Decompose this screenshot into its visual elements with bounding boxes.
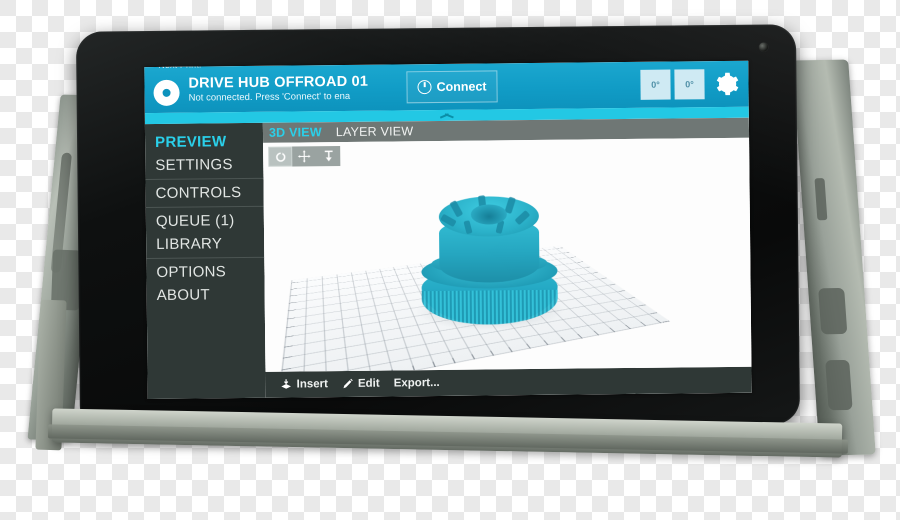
- insert-icon: [281, 379, 291, 389]
- edit-label: Edit: [357, 377, 380, 390]
- settings-gear-button[interactable]: [712, 70, 740, 98]
- print-disc-icon: [144, 74, 188, 106]
- tab-3d-view[interactable]: 3D VIEW: [269, 125, 322, 140]
- gear-icon: [716, 72, 739, 96]
- power-icon: [417, 80, 432, 95]
- insert-label: Insert: [296, 378, 329, 391]
- sidebar-group: QUEUE (1) LIBRARY: [145, 205, 265, 259]
- mount-slot-3: [825, 359, 853, 411]
- extruder-temp-button[interactable]: 0°: [640, 69, 671, 100]
- mount-slot-2: [818, 287, 848, 335]
- tablet-screen: Next Print: DRIVE HUB OFFROAD 01 Not con…: [144, 60, 752, 400]
- move-icon: [297, 150, 311, 163]
- sidebar-item-queue[interactable]: QUEUE (1): [146, 209, 264, 233]
- front-camera: [759, 42, 769, 52]
- sidebar-item-library[interactable]: LIBRARY: [146, 232, 264, 256]
- rotate-tool-button[interactable]: [268, 146, 293, 167]
- insert-button[interactable]: Insert: [280, 378, 328, 391]
- sidebar-item-options[interactable]: OPTIONS: [146, 260, 264, 284]
- move-tool-button[interactable]: [292, 146, 316, 166]
- bed-temp-button[interactable]: 0°: [674, 69, 705, 100]
- app-header: Next Print: DRIVE HUB OFFROAD 01 Not con…: [144, 60, 749, 114]
- drive-hub-model[interactable]: [408, 170, 570, 342]
- mount-slot-1: [814, 178, 828, 221]
- chevron-up-icon: [440, 112, 454, 119]
- edit-button[interactable]: Edit: [342, 378, 380, 390]
- job-info: Next Print: DRIVE HUB OFFROAD 01 Not con…: [158, 61, 400, 103]
- model-viewport[interactable]: [263, 137, 752, 372]
- job-name: DRIVE HUB OFFROAD 01: [188, 73, 369, 92]
- sidebar-item-settings[interactable]: SETTINGS: [145, 153, 263, 177]
- tab-layer-view[interactable]: LAYER VIEW: [336, 124, 414, 139]
- tablet-device: Next Print: DRIVE HUB OFFROAD 01 Not con…: [75, 24, 801, 432]
- connect-button[interactable]: Connect: [406, 70, 498, 104]
- rotate-icon: [275, 151, 285, 162]
- transform-toolbar: [268, 146, 341, 167]
- hub-gear-teeth: [421, 289, 559, 326]
- printer-mount-right: [792, 59, 876, 456]
- app-body: PREVIEW SETTINGS CONTROLS QUEUE (1) LIBR…: [144, 117, 752, 400]
- next-print-label: Next Print:: [158, 60, 202, 70]
- export-button[interactable]: Export...: [394, 377, 440, 389]
- sidebar-item-about[interactable]: ABOUT: [147, 283, 265, 307]
- sidebar-item-preview[interactable]: PREVIEW: [145, 130, 263, 154]
- export-label: Export...: [393, 376, 440, 390]
- content-pane: 3D VIEW LAYER VIEW Insert Edit Export...: [262, 117, 752, 398]
- sidebar-group: CONTROLS: [145, 177, 264, 208]
- connect-label: Connect: [436, 79, 487, 95]
- sidebar-group: OPTIONS ABOUT: [146, 256, 265, 310]
- sidebar-item-controls[interactable]: CONTROLS: [146, 181, 264, 205]
- scale-icon: [324, 150, 333, 162]
- scale-tool-button[interactable]: [316, 146, 340, 166]
- job-status: Not connected. Press 'Connect' to ena: [188, 91, 351, 103]
- pencil-icon: [343, 378, 354, 389]
- sidebar: PREVIEW SETTINGS CONTROLS QUEUE (1) LIBR…: [144, 122, 266, 400]
- sidebar-group: PREVIEW SETTINGS: [145, 128, 264, 179]
- photo-scene: Next Print: DRIVE HUB OFFROAD 01 Not con…: [0, 0, 900, 520]
- model-action-bar: Insert Edit Export...: [265, 366, 752, 398]
